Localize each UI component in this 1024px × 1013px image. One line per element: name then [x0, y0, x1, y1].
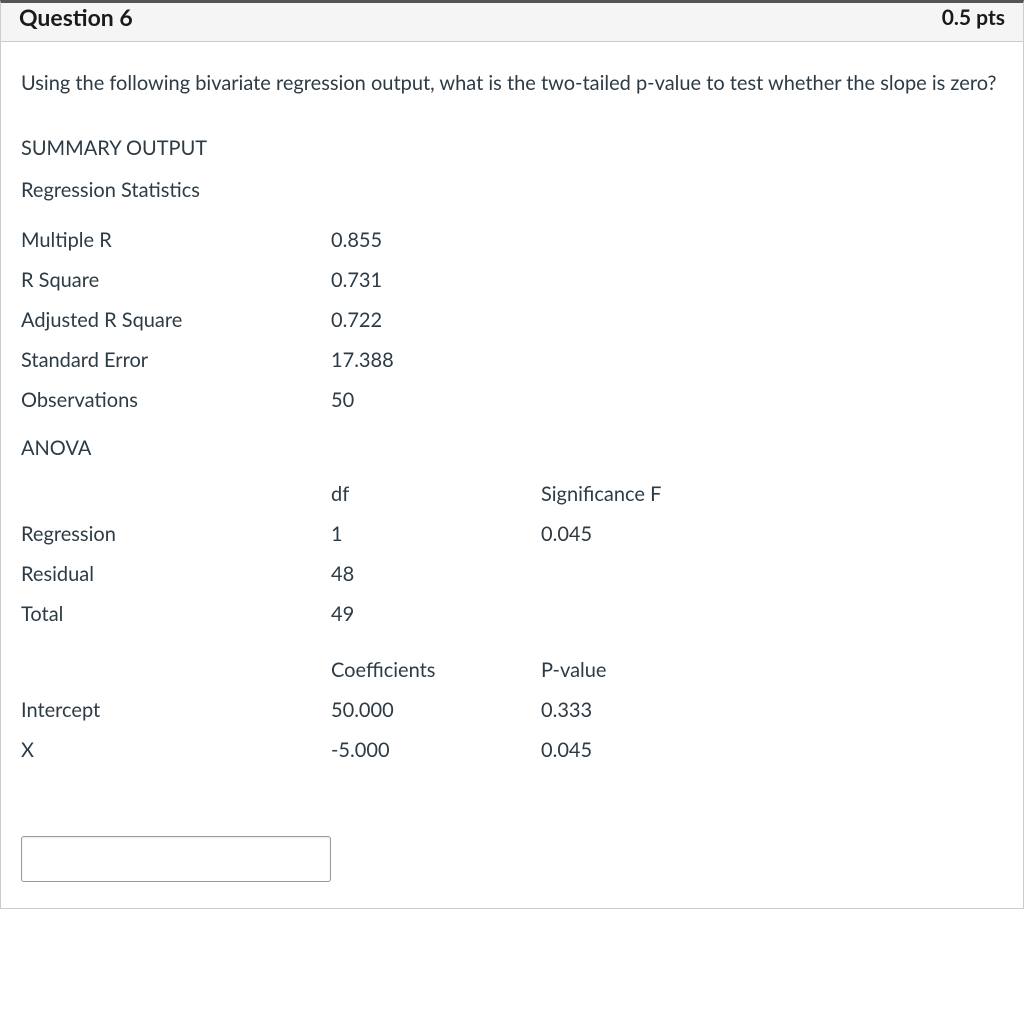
summary-output-heading: SUMMARY OUTPUT	[21, 136, 1003, 160]
anova-row-label: Regression	[21, 514, 331, 554]
table-row: Intercept 50.000 0.333	[21, 690, 741, 730]
anova-header-blank	[21, 474, 331, 514]
anova-row-label: Residual	[21, 554, 331, 594]
table-row: Standard Error 17.388	[21, 340, 541, 380]
question-card: Question 6 0.5 pts Using the following b…	[0, 0, 1024, 909]
coef-row-label: Intercept	[21, 690, 331, 730]
table-row: Coefficients P-value	[21, 650, 741, 690]
question-prompt: Using the following bivariate regression…	[21, 68, 1003, 98]
coefficients-table: Coefficients P-value Intercept 50.000 0.…	[21, 650, 741, 770]
anova-header-df: df	[331, 474, 541, 514]
question-body: Using the following bivariate regression…	[1, 42, 1023, 908]
anova-row-sigf	[541, 554, 741, 594]
anova-row-sigf: 0.045	[541, 514, 741, 554]
stat-label: Standard Error	[21, 340, 331, 380]
anova-row-df: 1	[331, 514, 541, 554]
table-row: R Square 0.731	[21, 260, 541, 300]
stat-value: 0.855	[331, 220, 541, 260]
stat-label: Multiple R	[21, 220, 331, 260]
coef-header-pvalue: P-value	[541, 650, 741, 690]
question-points: 0.5 pts	[942, 5, 1005, 30]
anova-heading: ANOVA	[21, 436, 1003, 460]
anova-header-sigf: Significance F	[541, 474, 741, 514]
coef-row-label: X	[21, 730, 331, 770]
stat-label: Adjusted R Square	[21, 300, 331, 340]
table-row: Observations 50	[21, 380, 541, 420]
coef-row-pvalue: 0.333	[541, 690, 741, 730]
question-title: Question 6	[19, 3, 133, 31]
coef-header-blank	[21, 650, 331, 690]
table-row: Residual 48	[21, 554, 741, 594]
anova-row-df: 49	[331, 594, 541, 634]
stat-label: Observations	[21, 380, 331, 420]
table-row: Multiple R 0.855	[21, 220, 541, 260]
coef-row-pvalue: 0.045	[541, 730, 741, 770]
stat-value: 17.388	[331, 340, 541, 380]
anova-row-label: Total	[21, 594, 331, 634]
table-row: Adjusted R Square 0.722	[21, 300, 541, 340]
table-row: Total 49	[21, 594, 741, 634]
question-header: Question 6 0.5 pts	[1, 3, 1023, 42]
anova-row-df: 48	[331, 554, 541, 594]
regression-statistics-heading: Regression Statistics	[21, 178, 1003, 202]
coef-header-coefficients: Coefficients	[331, 650, 541, 690]
table-row: df Significance F	[21, 474, 741, 514]
stat-value: 0.731	[331, 260, 541, 300]
answer-input[interactable]	[21, 836, 331, 882]
coef-row-coefficient: 50.000	[331, 690, 541, 730]
anova-row-sigf	[541, 594, 741, 634]
table-row: X -5.000 0.045	[21, 730, 741, 770]
coef-row-coefficient: -5.000	[331, 730, 541, 770]
stat-value: 0.722	[331, 300, 541, 340]
regression-stats-table: Multiple R 0.855 R Square 0.731 Adjusted…	[21, 220, 541, 420]
stat-label: R Square	[21, 260, 331, 300]
anova-table: df Significance F Regression 1 0.045 Res…	[21, 474, 741, 634]
table-row: Regression 1 0.045	[21, 514, 741, 554]
stat-value: 50	[331, 380, 541, 420]
